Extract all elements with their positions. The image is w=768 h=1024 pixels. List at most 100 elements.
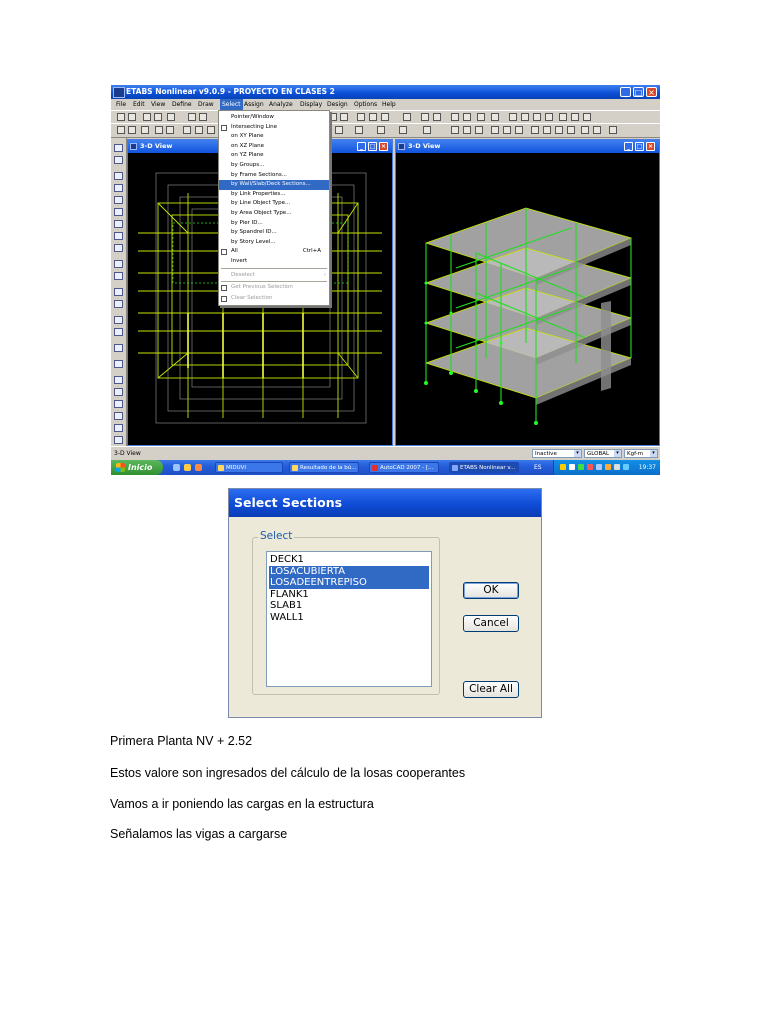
- draw-column-icon[interactable]: [155, 126, 163, 134]
- menu-item-area-object-type[interactable]: by Area Object Type...: [219, 209, 329, 219]
- redo-icon[interactable]: [199, 113, 207, 121]
- stress-icon[interactable]: [545, 113, 553, 121]
- lock-icon[interactable]: [509, 113, 517, 121]
- zoom-in-icon[interactable]: [329, 113, 337, 121]
- draw-beam-tool-icon[interactable]: [114, 208, 123, 216]
- menu-item-pier-id[interactable]: by Pier ID...: [219, 219, 329, 229]
- display-options-icon[interactable]: [451, 113, 459, 121]
- menu-assign[interactable]: Assign: [244, 99, 264, 110]
- menu-item-all[interactable]: All Ctrl+A: [219, 247, 329, 257]
- status-combo-units[interactable]: Kgf-m ▾: [624, 449, 658, 458]
- snap-grid-icon[interactable]: [463, 126, 471, 134]
- volume-icon[interactable]: [614, 464, 620, 470]
- draw-area-tool-icon[interactable]: [114, 220, 123, 228]
- draw-rect-area-tool-icon[interactable]: [114, 232, 123, 240]
- draw-frame-tool-icon[interactable]: [114, 172, 123, 180]
- network-icon[interactable]: [623, 464, 629, 470]
- print-preview-icon[interactable]: [167, 113, 175, 121]
- right-3d-view[interactable]: 3-D View _ □ ×: [395, 139, 660, 446]
- list-item[interactable]: DECK1: [269, 554, 429, 566]
- status-combo-coord-system[interactable]: GLOBAL ▾: [584, 449, 622, 458]
- tray-icon-6[interactable]: [605, 464, 611, 470]
- menu-design[interactable]: Design: [327, 99, 348, 110]
- assign-link-icon[interactable]: [593, 126, 601, 134]
- tray-icon-1[interactable]: [560, 464, 566, 470]
- menu-item-xz-plane[interactable]: on XZ Plane: [219, 142, 329, 152]
- design-steel-icon[interactable]: [559, 113, 567, 121]
- new-file-icon[interactable]: [117, 113, 125, 121]
- menu-options[interactable]: Options: [354, 99, 377, 110]
- menu-item-pointer-window[interactable]: Pointer/Window: [219, 113, 329, 123]
- snap-fine-grid-icon[interactable]: [475, 126, 483, 134]
- snap-fine-grid-tool-icon[interactable]: [114, 436, 123, 444]
- close-icon[interactable]: ×: [646, 87, 657, 97]
- menu-file[interactable]: File: [116, 99, 126, 110]
- maximize-icon[interactable]: □: [633, 87, 644, 97]
- tray-icon-5[interactable]: [596, 464, 602, 470]
- right-view-restore-icon[interactable]: □: [635, 142, 644, 151]
- list-item[interactable]: SLAB1: [269, 600, 429, 612]
- snap-points-tool-icon[interactable]: [114, 376, 123, 384]
- menu-item-spandrel-id[interactable]: by Spandrel ID...: [219, 228, 329, 238]
- clear-all-button[interactable]: Clear All: [463, 681, 519, 698]
- language-indicator[interactable]: ES: [534, 460, 542, 475]
- minimize-icon[interactable]: _: [620, 87, 631, 97]
- menu-draw[interactable]: Draw: [198, 99, 214, 110]
- force-diagram-icon[interactable]: [533, 113, 541, 121]
- list-item-selected[interactable]: LOSADEENTREPISO: [269, 577, 429, 589]
- list-item[interactable]: FLANK1: [269, 589, 429, 601]
- cancel-button[interactable]: Cancel: [463, 615, 519, 632]
- design-composite-icon[interactable]: [583, 113, 591, 121]
- pointer-tool-icon[interactable]: [114, 144, 123, 152]
- ok-button[interactable]: OK: [463, 582, 519, 599]
- reshape-icon[interactable]: [128, 126, 136, 134]
- menu-item-frame-sections[interactable]: by Frame Sections...: [219, 171, 329, 181]
- menu-item-story-level[interactable]: by Story Level...: [219, 238, 329, 248]
- sections-listbox[interactable]: DECK1 LOSACUBIERTA LOSADEENTREPISO FLANK…: [266, 551, 432, 687]
- assign-group-icon[interactable]: [609, 126, 617, 134]
- snap-point-icon[interactable]: [355, 126, 363, 134]
- list-item-selected[interactable]: LOSACUBIERTA: [269, 565, 429, 577]
- assign-pier-icon[interactable]: [555, 126, 563, 134]
- snap-ends-tool-icon[interactable]: [114, 388, 123, 396]
- list-item[interactable]: WALL1: [269, 612, 429, 624]
- menu-view[interactable]: View: [151, 99, 165, 110]
- menu-item-groups[interactable]: by Groups...: [219, 161, 329, 171]
- select-pointer-icon[interactable]: [117, 126, 125, 134]
- up-arrow-icon[interactable]: [421, 113, 429, 121]
- draw-beam-icon[interactable]: [166, 126, 174, 134]
- menu-item-get-previous-selection[interactable]: Get Previous Selection: [219, 283, 329, 293]
- clear-selection-tool-icon[interactable]: [114, 344, 123, 352]
- task-autocad[interactable]: AutoCAD 2007 - [...: [369, 462, 439, 473]
- left-view-minimize-icon[interactable]: _: [357, 142, 366, 151]
- object-shrink-icon[interactable]: [463, 113, 471, 121]
- left-view-restore-icon[interactable]: □: [368, 142, 377, 151]
- menu-analyze[interactable]: Analyze: [269, 99, 293, 110]
- design-concrete-icon[interactable]: [571, 113, 579, 121]
- menu-item-invert[interactable]: Invert: [219, 257, 329, 267]
- plan-view-icon[interactable]: [369, 113, 377, 121]
- run-analysis-icon[interactable]: [491, 113, 499, 121]
- draw-wall-tool-icon[interactable]: [114, 244, 123, 252]
- menu-edit[interactable]: Edit: [133, 99, 145, 110]
- task-miduvi[interactable]: MIDUVI: [215, 462, 283, 473]
- quick-launch-icon-2[interactable]: [184, 464, 191, 471]
- quick-launch-icon-1[interactable]: [173, 464, 180, 471]
- snap-lines-tool-icon[interactable]: [114, 424, 123, 432]
- menu-item-line-object-type[interactable]: by Line Object Type...: [219, 199, 329, 209]
- menu-item-yz-plane[interactable]: on YZ Plane: [219, 151, 329, 161]
- draw-developed-elevation-icon[interactable]: [114, 260, 123, 268]
- tray-icon-3[interactable]: [578, 464, 584, 470]
- elevation-view-icon[interactable]: [381, 113, 389, 121]
- tray-icon-4[interactable]: [587, 464, 593, 470]
- select-all-tool-icon[interactable]: [114, 316, 123, 324]
- intersecting-line-tool-icon[interactable]: [114, 360, 123, 368]
- draw-column-tool-icon[interactable]: [114, 196, 123, 204]
- menu-select[interactable]: Select: [220, 99, 243, 110]
- snap-perpendicular-tool-icon[interactable]: [114, 412, 123, 420]
- quick-launch-icon-3[interactable]: [195, 464, 202, 471]
- left-view-close-icon[interactable]: ×: [379, 142, 388, 151]
- open-file-icon[interactable]: [128, 113, 136, 121]
- draw-reference-point-icon[interactable]: [114, 300, 123, 308]
- tray-icon-2[interactable]: [569, 464, 575, 470]
